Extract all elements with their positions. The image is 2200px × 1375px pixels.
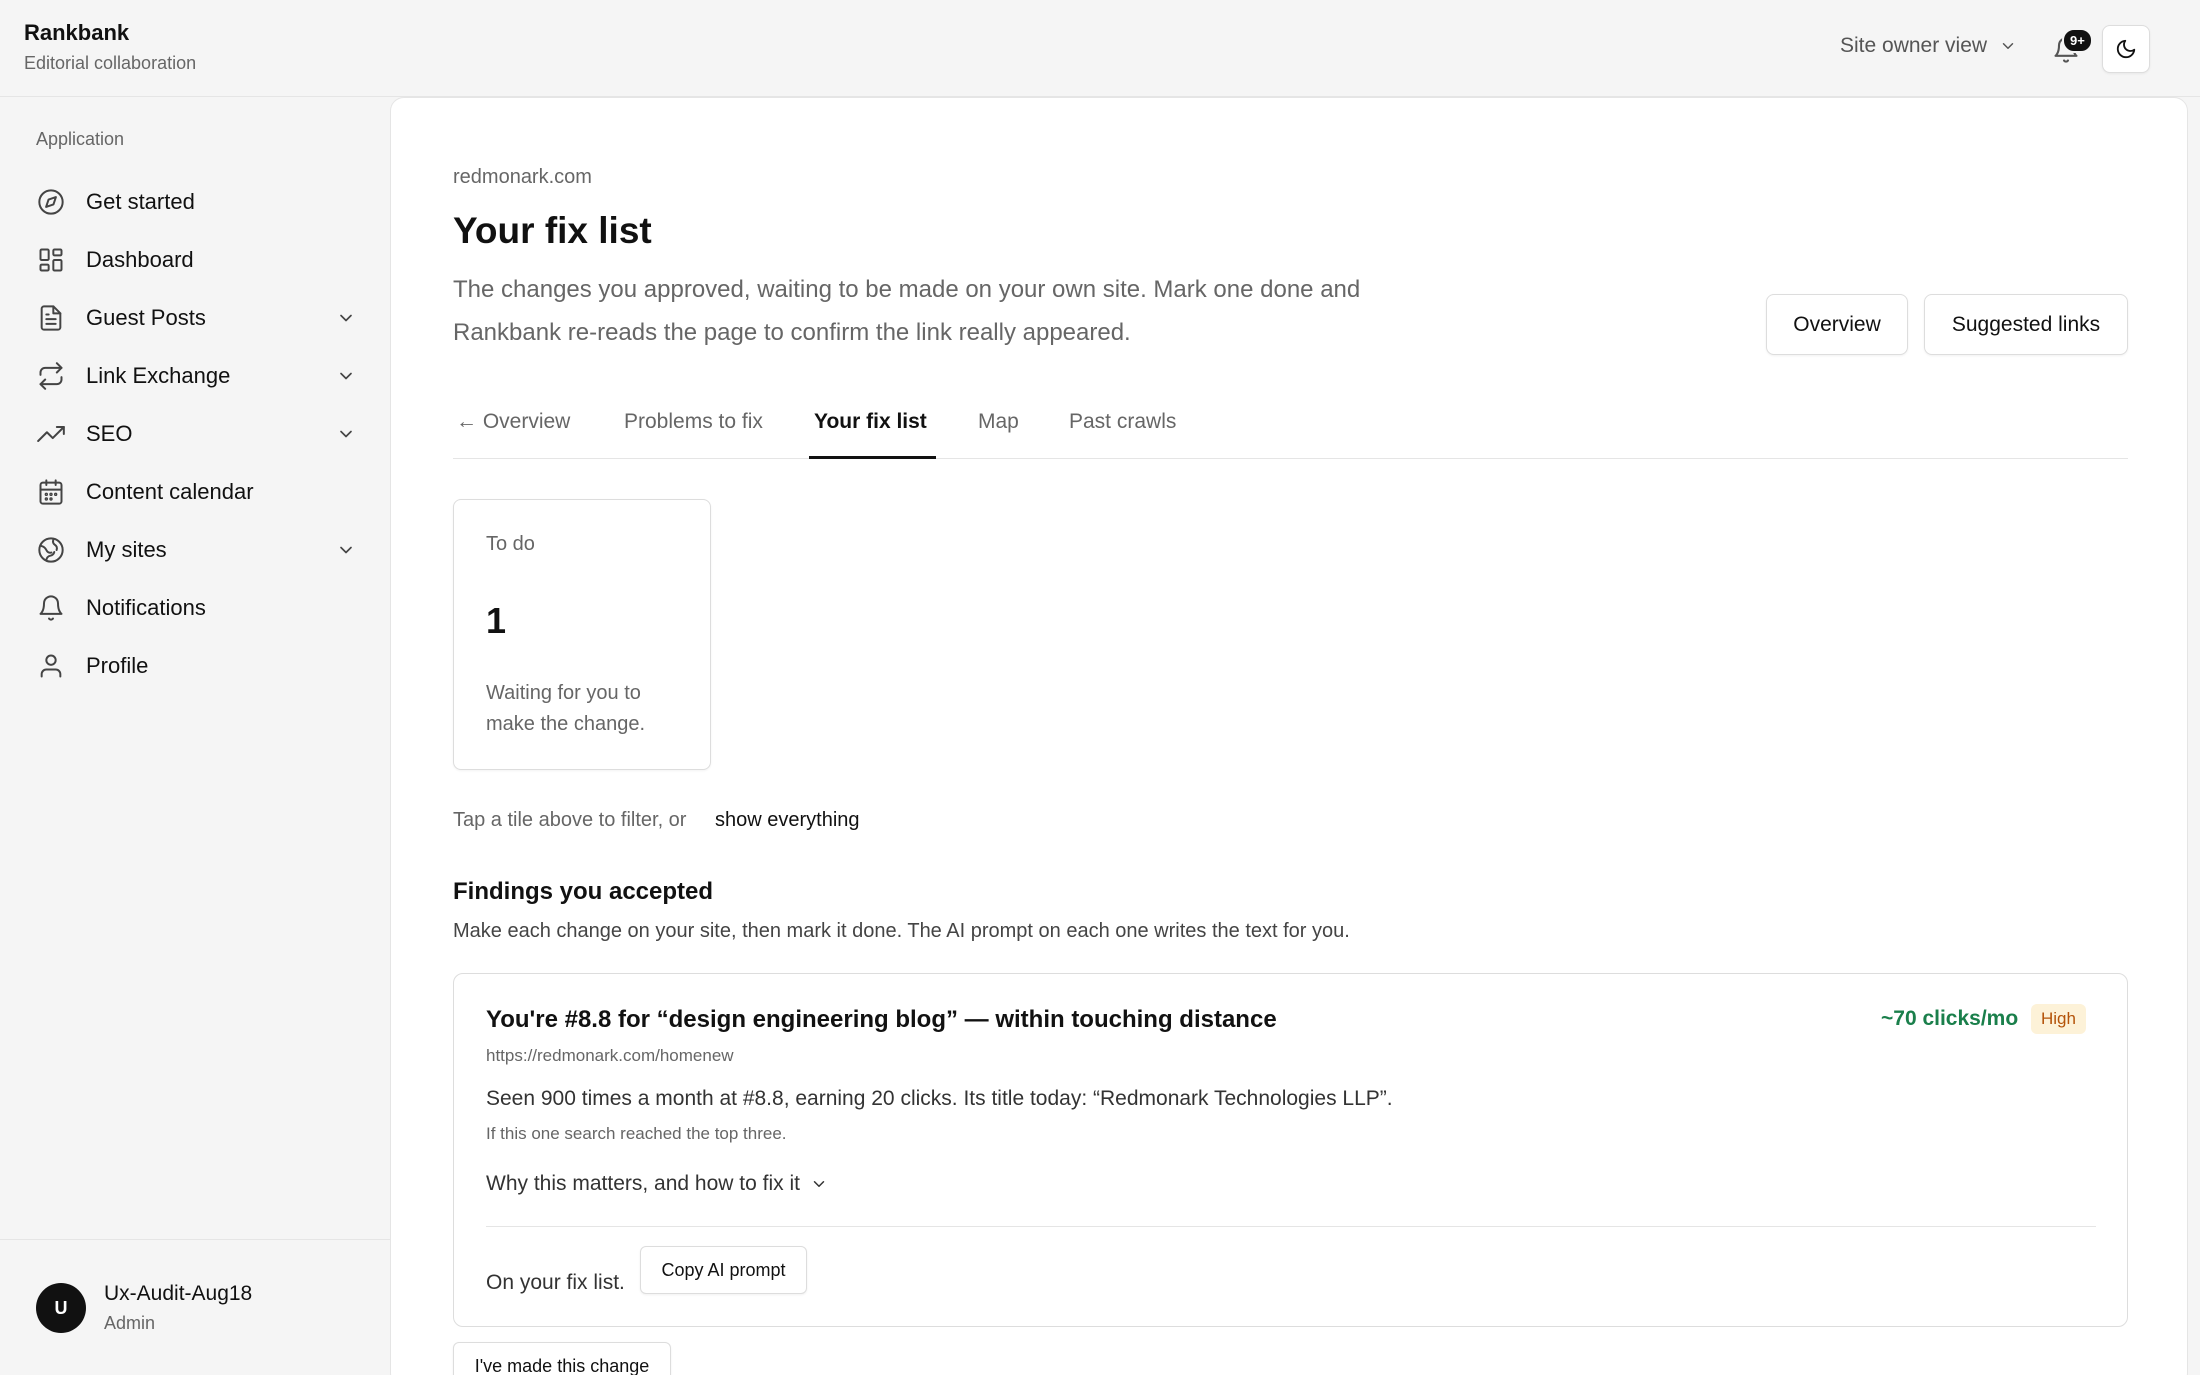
sidebar-item-profile[interactable]: Profile [36, 637, 356, 695]
card-divider [486, 1226, 2096, 1227]
page-title: Your fix list [453, 210, 652, 251]
sidebar-heading: Application [36, 129, 125, 149]
sidebar-item-label: Content calendar [86, 479, 254, 504]
tab-your-fix-list[interactable]: Your fix list [814, 410, 927, 434]
finding-subtext: If this one search reached the top three… [486, 1124, 787, 1143]
findings-description: Make each change on your site, then mark… [453, 920, 1350, 942]
tile-description: Waiting for you to make the change. [486, 682, 645, 735]
finding-card: You're #8.8 for “design engineering blog… [453, 973, 2128, 1327]
mark-change-done-button[interactable]: I've made this change [453, 1342, 671, 1375]
sidebar-item-label: SEO [86, 421, 133, 446]
tab-problems-to-fix[interactable]: Problems to fix [624, 410, 763, 434]
sidebar-item-guest-posts[interactable]: Guest Posts [36, 289, 356, 347]
bell-icon [36, 593, 66, 623]
app-name: Rankbank [24, 20, 130, 45]
sidebar-item-notifications[interactable]: Notifications [36, 579, 356, 637]
notification-count-badge: 9+ [2062, 28, 2093, 53]
tab-past-crawls[interactable]: Past crawls [1069, 410, 1176, 434]
site-domain: redmonark.com [453, 166, 592, 188]
trending-up-icon [36, 419, 66, 449]
why-toggle-label: Why this matters, and how to fix it [486, 1172, 800, 1195]
view-switcher[interactable]: Site owner view [1840, 34, 2017, 58]
chevron-down-icon [340, 314, 352, 322]
globe-icon [36, 535, 66, 565]
finding-impact: ~70 clicks/mo [1881, 1007, 2019, 1030]
exchange-arrows-icon [36, 361, 66, 391]
user-name: Ux-Audit-Aug18 [104, 1282, 253, 1305]
findings-heading: Findings you accepted [453, 878, 714, 905]
priority-badge: High [2031, 1004, 2086, 1034]
notifications-button[interactable]: 9+ [2052, 28, 2093, 66]
active-tab-indicator [809, 456, 936, 459]
calendar-icon [36, 477, 66, 507]
overview-button[interactable]: Overview [1766, 294, 1908, 355]
page-description: The changes you approved, waiting to be … [453, 276, 1361, 346]
theme-toggle-button[interactable] [2102, 25, 2150, 73]
sidebar-item-label: Dashboard [86, 247, 194, 272]
filter-hint: Tap a tile above to filter, or [453, 809, 687, 831]
tab-back-overview[interactable]: ← Overview [456, 410, 570, 434]
finding-url: https://redmonark.com/homenew [486, 1046, 734, 1065]
moon-icon [2116, 39, 2136, 59]
user-icon [36, 651, 66, 681]
finding-details: Seen 900 times a month at #8.8, earning … [486, 1087, 1393, 1110]
document-icon [36, 303, 66, 333]
sidebar-item-seo[interactable]: SEO [36, 405, 356, 463]
tab-bar [453, 458, 2128, 459]
chevron-down-icon [813, 1181, 825, 1187]
avatar: U [36, 1283, 86, 1333]
why-this-matters-toggle[interactable]: Why this matters, and how to fix it [486, 1172, 828, 1196]
sidebar-item-label: Guest Posts [86, 305, 206, 330]
sidebar-item-dashboard[interactable]: Dashboard [36, 231, 356, 289]
copy-ai-prompt-button[interactable]: Copy AI prompt [640, 1246, 807, 1294]
dashboard-grid-icon [36, 245, 66, 275]
sidebar: Application Get started Dashboard Guest … [0, 97, 390, 1375]
finding-state: On your fix list. [486, 1271, 625, 1294]
tile-count: 1 [486, 600, 507, 641]
app-subtitle: Editorial collaboration [24, 53, 197, 73]
sidebar-item-label: Notifications [86, 595, 206, 620]
user-role: Admin [104, 1313, 156, 1333]
show-everything-link[interactable]: show everything [715, 809, 860, 832]
chevron-down-icon [2002, 43, 2014, 49]
sidebar-item-label: Link Exchange [86, 363, 231, 388]
compass-icon [36, 187, 66, 217]
sidebar-nav: Get started Dashboard Guest Posts Link E… [36, 173, 356, 695]
chevron-down-icon [340, 372, 352, 380]
sidebar-item-label: Profile [86, 653, 149, 678]
tile-label: To do [486, 533, 535, 555]
sidebar-item-get-started[interactable]: Get started [36, 173, 356, 231]
chevron-down-icon [340, 546, 352, 554]
view-switcher-label: Site owner view [1840, 34, 1988, 57]
finding-title: You're #8.8 for “design engineering blog… [486, 1006, 1277, 1033]
sidebar-item-label: Get started [86, 189, 195, 214]
todo-filter-tile[interactable]: To do 1 Waiting for you to make the chan… [453, 499, 711, 770]
user-account-menu[interactable]: U Ux-Audit-Aug18 Admin [0, 1239, 390, 1375]
sidebar-item-link-exchange[interactable]: Link Exchange [36, 347, 356, 405]
sidebar-item-my-sites[interactable]: My sites [36, 521, 356, 579]
suggested-links-button[interactable]: Suggested links [1924, 294, 2128, 355]
tab-map[interactable]: Map [978, 410, 1019, 434]
main-panel: redmonark.com Your fix list The changes … [390, 97, 2188, 1375]
sidebar-item-content-calendar[interactable]: Content calendar [36, 463, 356, 521]
chevron-down-icon [340, 430, 352, 438]
top-bar: Rankbank Editorial collaboration Site ow… [0, 0, 2200, 97]
sidebar-item-label: My sites [86, 537, 167, 562]
